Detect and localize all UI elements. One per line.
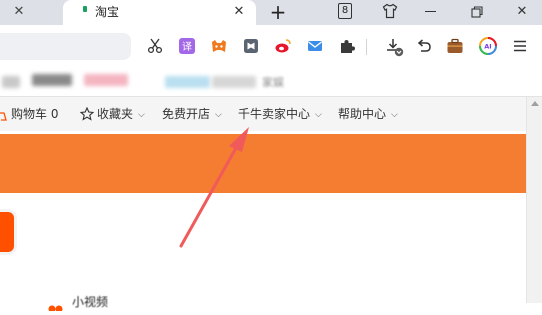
- star-icon: [79, 106, 95, 121]
- restore-icon[interactable]: [470, 4, 484, 18]
- translate-icon[interactable]: 译: [178, 37, 196, 55]
- orange-banner: [0, 134, 526, 193]
- nav-favorites-label: 收藏夹: [97, 107, 134, 121]
- briefcase-icon[interactable]: [446, 37, 464, 55]
- bookmark-label[interactable]: 家娱: [262, 74, 284, 90]
- taobao-logo-icon: [48, 296, 68, 313]
- bookmark-item[interactable]: [2, 76, 20, 88]
- bookmark-item[interactable]: [32, 74, 72, 86]
- bookmark-item[interactable]: [212, 76, 256, 88]
- nav-cart-label: 购物车 0: [11, 107, 59, 121]
- tab-taobao[interactable]: 淘宝 ✕: [63, 0, 256, 25]
- address-bar[interactable]: [0, 33, 131, 60]
- game-icon[interactable]: [210, 37, 228, 55]
- tab-close-icon[interactable]: ✕: [229, 2, 249, 22]
- browser-toolbar: 译 AI: [0, 25, 542, 68]
- bookmarks-bar: 家娱: [0, 68, 542, 97]
- download-icon[interactable]: [385, 37, 404, 57]
- chevron-down-icon: ⌵: [215, 110, 222, 120]
- nav-favorites[interactable]: 收藏夹 ⌵: [97, 106, 145, 122]
- menu-icon[interactable]: [511, 37, 529, 55]
- chevron-down-icon: ⌵: [138, 110, 145, 120]
- new-tab-icon[interactable]: +: [268, 1, 288, 23]
- mail-icon[interactable]: [306, 37, 324, 55]
- search-button[interactable]: [0, 212, 14, 252]
- chevron-down-icon: ⌵: [315, 110, 322, 120]
- cart-icon: [0, 108, 9, 121]
- site-nav-bar: 购物车 0 收藏夹 ⌵ 免费开店 ⌵ 千牛卖家中心 ⌵ 帮助中心 ⌵: [0, 97, 526, 131]
- shirt-icon[interactable]: [382, 3, 398, 19]
- nav-cart[interactable]: 购物车 0: [11, 106, 58, 122]
- nav-seller-center-label: 千牛卖家中心: [238, 107, 311, 121]
- nav-open-store[interactable]: 免费开店 ⌵: [162, 106, 222, 122]
- reader-icon[interactable]: [242, 37, 260, 55]
- extensions-icon[interactable]: [338, 37, 356, 55]
- section-title: 小视频: [72, 295, 109, 309]
- bookmark-item[interactable]: [165, 76, 210, 88]
- minimize-icon[interactable]: [425, 11, 436, 12]
- bookmark-item[interactable]: [84, 74, 128, 86]
- vertical-scrollbar[interactable]: [526, 97, 542, 303]
- nav-help-center[interactable]: 帮助中心 ⌵: [338, 106, 398, 122]
- nav-help-center-label: 帮助中心: [338, 107, 387, 121]
- undo-icon[interactable]: [415, 37, 433, 55]
- nav-open-store-label: 免费开店: [162, 107, 211, 121]
- window-close-icon[interactable]: ✕: [513, 2, 531, 22]
- weibo-icon[interactable]: [274, 37, 292, 55]
- tab-strip: ✕ 淘宝 ✕ + 8 ✕: [0, 0, 542, 25]
- close-icon[interactable]: ✕: [10, 2, 28, 22]
- ai-label: AI: [484, 43, 491, 51]
- ai-icon[interactable]: AI: [479, 37, 497, 55]
- taobao-favicon-icon: [83, 6, 87, 12]
- scissors-icon[interactable]: [146, 37, 164, 55]
- page-content: 购物车 0 收藏夹 ⌵ 免费开店 ⌵ 千牛卖家中心 ⌵ 帮助中心 ⌵ 小视频: [0, 97, 542, 313]
- nav-seller-center[interactable]: 千牛卖家中心 ⌵: [238, 106, 322, 122]
- toolbar-separator: [366, 39, 367, 55]
- translate-label: 译: [182, 41, 192, 53]
- chevron-down-icon: ⌵: [391, 110, 398, 120]
- tab-title: 淘宝: [95, 5, 120, 19]
- tab-count-icon[interactable]: 8: [338, 3, 352, 19]
- scroll-up-icon[interactable]: [531, 101, 539, 106]
